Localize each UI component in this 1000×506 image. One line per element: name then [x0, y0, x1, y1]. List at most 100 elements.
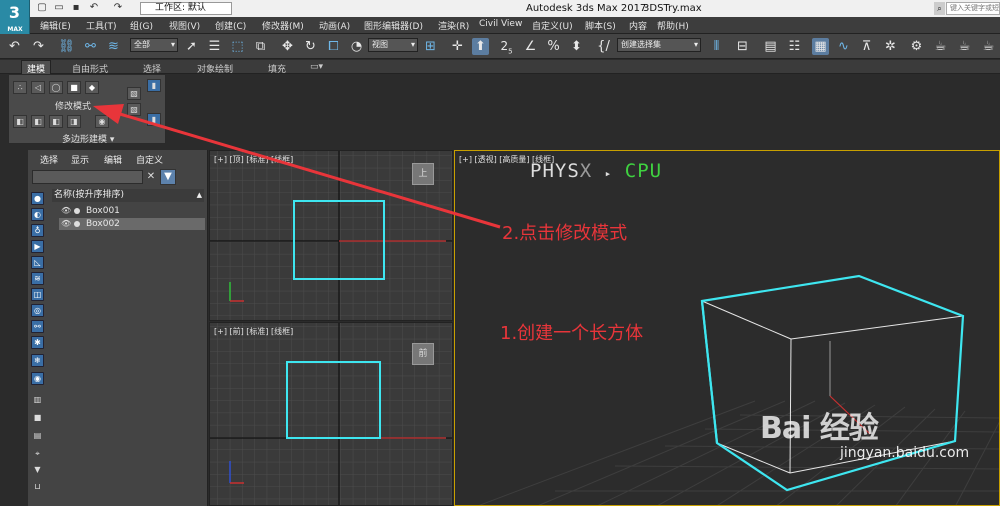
- ribbon-toggle-icon[interactable]: ▦: [812, 38, 829, 55]
- render-setup-icon[interactable]: ⚙: [908, 38, 925, 55]
- menu-views[interactable]: 视图(V): [169, 19, 200, 32]
- name-column-header[interactable]: 名称(按升序排序) ▲: [52, 189, 204, 202]
- polygon-mode-icon[interactable]: ■: [67, 81, 81, 94]
- edit-tool-3-icon[interactable]: ◧: [49, 115, 63, 128]
- material-editor-icon[interactable]: ✲: [882, 38, 899, 55]
- display-spacewarps-icon[interactable]: ≋: [31, 272, 44, 285]
- clear-filter-icon[interactable]: ✕: [145, 170, 157, 184]
- explorer-menu-select[interactable]: 选择: [40, 153, 58, 166]
- unlink-icon[interactable]: ⚯: [82, 38, 99, 55]
- vertex-mode-icon[interactable]: ∴: [13, 81, 27, 94]
- schematic-view-icon[interactable]: ⊼: [858, 38, 875, 55]
- display-groups-icon[interactable]: ◫: [31, 288, 44, 301]
- display-all-icon[interactable]: ❄: [31, 354, 44, 367]
- freeze-dot-icon[interactable]: [74, 221, 80, 227]
- search-icon[interactable]: ⌕: [934, 2, 945, 15]
- menu-graph-editors[interactable]: 图形编辑器(D): [364, 19, 423, 32]
- workspace-dropdown[interactable]: 工作区: 默认: [140, 2, 232, 15]
- rendered-frame-icon[interactable]: ☕: [932, 38, 949, 55]
- menu-modifiers[interactable]: 修改器(M): [262, 19, 304, 32]
- named-selection-dropdown[interactable]: 创建选择集: [617, 38, 701, 52]
- selection-filter-dropdown[interactable]: 全部: [130, 38, 178, 52]
- element-mode-icon[interactable]: ◆: [85, 81, 99, 94]
- edit-tool-4-icon[interactable]: ◨: [67, 115, 81, 128]
- percent-snap-icon[interactable]: %: [545, 38, 562, 55]
- keyboard-shortcut-override-icon[interactable]: ⬆: [472, 38, 489, 55]
- display-xrefs-icon[interactable]: ◎: [31, 304, 44, 317]
- menu-edit[interactable]: 编辑(E): [40, 19, 71, 32]
- display-cameras-icon[interactable]: ▶: [31, 240, 44, 253]
- display-helpers-icon[interactable]: ◺: [31, 256, 44, 269]
- edit-named-selection-icon[interactable]: {/: [595, 38, 612, 55]
- explorer-menu-customize[interactable]: 自定义: [136, 153, 163, 166]
- explorer-tool-4-icon[interactable]: ⌖: [31, 448, 44, 461]
- menu-animation[interactable]: 动画(A): [319, 19, 350, 32]
- angle-snap-icon[interactable]: ∠: [522, 38, 539, 55]
- explorer-menu-edit[interactable]: 编辑: [104, 153, 122, 166]
- modify-mode-button[interactable]: 修改模式: [55, 99, 91, 112]
- list-item[interactable]: 👁 Box002: [59, 218, 205, 230]
- app-logo-button[interactable]: 3 MAX: [0, 0, 30, 34]
- viewcube-front[interactable]: 前: [412, 343, 434, 365]
- front-viewport-label[interactable]: [+] [前] [标准] [线框]: [214, 326, 293, 337]
- link-icon[interactable]: ⛓: [58, 38, 75, 55]
- poly-modeling-dropdown[interactable]: 多边形建模 ▾: [62, 132, 114, 145]
- viewcube-top[interactable]: 上: [412, 163, 434, 185]
- undo-icon[interactable]: ↶: [6, 38, 23, 55]
- undo-quick-icon[interactable]: ↶: [88, 2, 100, 14]
- explorer-menu-display[interactable]: 显示: [71, 153, 89, 166]
- display-lights-icon[interactable]: ♁: [31, 224, 44, 237]
- filter-funnel-icon[interactable]: ▼: [160, 169, 176, 185]
- select-manipulate-icon[interactable]: ✛: [449, 38, 466, 55]
- edit-tool-2-icon[interactable]: ◧: [31, 115, 45, 128]
- menu-rendering[interactable]: 渲染(R): [438, 19, 469, 32]
- ribbon-side-tool-1-icon[interactable]: ▧: [127, 87, 141, 100]
- reference-coord-dropdown[interactable]: 视图: [368, 38, 418, 52]
- move-icon[interactable]: ✥: [279, 38, 296, 55]
- mirror-icon[interactable]: ⫴: [708, 38, 725, 55]
- redo-icon[interactable]: ↷: [30, 38, 47, 55]
- scene-explorer-toggle-icon[interactable]: ▤: [762, 38, 779, 55]
- menu-civil-view[interactable]: Civil View: [479, 19, 522, 29]
- border-mode-icon[interactable]: ◯: [49, 81, 63, 94]
- top-viewport-label[interactable]: [+] [顶] [标准] [线框]: [214, 154, 293, 165]
- explorer-tool-3-icon[interactable]: ▤: [31, 430, 44, 443]
- pin-stack-icon[interactable]: ▮: [147, 79, 161, 92]
- window-crossing-icon[interactable]: ⧉: [252, 38, 269, 55]
- visibility-eye-icon[interactable]: 👁: [61, 218, 71, 230]
- search-input[interactable]: 键入关键字或短语: [946, 2, 1000, 15]
- display-bones-icon[interactable]: ⚯: [31, 320, 44, 333]
- scale-icon[interactable]: ⧠: [325, 38, 342, 55]
- rotate-icon[interactable]: ↻: [302, 38, 319, 55]
- front-viewport[interactable]: [+] [前] [标准] [线框] 前: [209, 322, 453, 506]
- visibility-eye-icon[interactable]: 👁: [61, 205, 71, 217]
- spinner-snap-icon[interactable]: ⬍: [568, 38, 585, 55]
- curve-editor-icon[interactable]: ∿: [835, 38, 852, 55]
- ribbon-side-tool-2-icon[interactable]: ▧: [127, 103, 141, 116]
- explorer-filter-icon[interactable]: ▼: [31, 464, 44, 477]
- select-object-icon[interactable]: ➚: [183, 38, 200, 55]
- tab-object-paint[interactable]: 对象绘制: [197, 62, 233, 75]
- show-end-result-icon[interactable]: ▮: [147, 113, 161, 126]
- list-item[interactable]: 👁 Box001: [59, 205, 205, 217]
- select-by-name-icon[interactable]: ☰: [206, 38, 223, 55]
- edge-mode-icon[interactable]: ◁: [31, 81, 45, 94]
- edit-tool-5-icon[interactable]: ◉: [95, 115, 109, 128]
- rect-selection-icon[interactable]: ⬚: [229, 38, 246, 55]
- top-viewport[interactable]: [+] [顶] [标准] [线框] 上: [209, 150, 453, 321]
- new-file-icon[interactable]: ▢: [36, 2, 48, 14]
- ribbon-options-icon[interactable]: ▭▾: [310, 62, 323, 72]
- redo-quick-icon[interactable]: ↷: [112, 2, 124, 14]
- menu-tools[interactable]: 工具(T): [86, 19, 117, 32]
- freeze-dot-icon[interactable]: [74, 208, 80, 214]
- menu-group[interactable]: 组(G): [130, 19, 153, 32]
- snaps-toggle-icon[interactable]: 25: [498, 38, 515, 55]
- menu-create[interactable]: 创建(C): [215, 19, 246, 32]
- tab-populate[interactable]: 填充: [268, 62, 286, 75]
- display-geometry-icon[interactable]: ●: [31, 192, 44, 205]
- open-file-icon[interactable]: ▭: [53, 2, 65, 14]
- bind-space-warp-icon[interactable]: ≋: [105, 38, 122, 55]
- explorer-filter-input[interactable]: [32, 170, 143, 184]
- menu-scripting[interactable]: 脚本(S): [585, 19, 616, 32]
- explorer-tool-1-icon[interactable]: ▥: [31, 394, 44, 407]
